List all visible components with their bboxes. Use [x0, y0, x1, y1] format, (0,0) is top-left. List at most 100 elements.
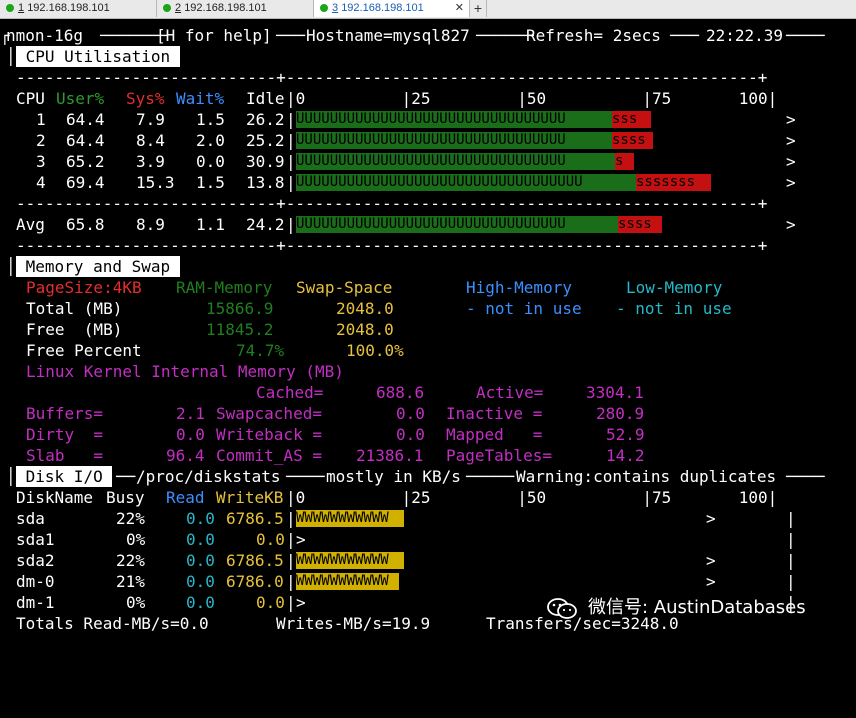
- disk-busy-bar: WWWWWWWWWWW: [296, 510, 404, 527]
- disk-row: sda 22% 0.0 6786.5 | WWWWWWWWWWW > |: [16, 509, 796, 528]
- cpu-row: 2 64.4 8.4 2.0 25.2 | UUUUUUUUUUUUUUUUUUUUUUUU…: [36, 131, 796, 150]
- cpu-wait-value: 1.5: [196, 173, 225, 192]
- disk-name: dm-0: [16, 572, 55, 591]
- disk-write: 6786.5: [226, 551, 284, 570]
- tab-session-3[interactable]: 3 192.168.198.101 ✕: [314, 0, 470, 17]
- disk-read: 0.0: [186, 509, 215, 528]
- watermark-text: 微信号: AustinDatabases: [588, 597, 806, 618]
- plus-icon: +: [473, 0, 483, 16]
- cpu-row-end-marker: >: [786, 152, 796, 171]
- tab-bar: 1 192.168.198.101 2 192.168.198.101 3 19…: [0, 0, 856, 19]
- memory-section-title: Memory and Swap: [16, 256, 180, 277]
- disk-name: dm-1: [16, 593, 55, 612]
- disk-busy: 0%: [126, 530, 146, 549]
- cpu-sys-bar: s: [615, 153, 634, 170]
- connected-status-icon: [6, 4, 14, 12]
- cpu-idle-value: 30.9: [246, 152, 285, 171]
- kernel-row-4: Slab = 96.4 Commit_AS = 21386.1 PageTabl…: [26, 446, 645, 465]
- cpu-cpu-value: 1: [36, 110, 46, 129]
- memory-free-row: Free (MB) 11845.2 2048.0: [26, 320, 394, 339]
- cpu-wait-value: 1.5: [196, 110, 225, 129]
- cpu-cpu-value: 4: [36, 173, 46, 192]
- cpu-separator-top: ---------------------------+------------…: [16, 68, 768, 87]
- disk-row-marker: >: [706, 572, 716, 591]
- disk-read: 0.0: [186, 530, 215, 549]
- cpu-row-end-marker: >: [786, 173, 796, 192]
- cpu-row: 1 64.4 7.9 1.5 26.2 | UUUUUUUUUUUUUUUUUUUUUUUU…: [36, 110, 796, 129]
- tab-number: 1: [18, 2, 25, 14]
- cpu-row: 3 65.2 3.9 0.0 30.9 | UUUUUUUUUUUUUUUUUUUUUUUU…: [36, 152, 796, 171]
- cpu-row-end-marker: >: [786, 110, 796, 129]
- disk-busy-bar: WWWWWWWWWWW: [296, 573, 399, 590]
- disk-busy: 0%: [126, 593, 146, 612]
- cpu-avg-sys-bar: ssss: [618, 216, 662, 233]
- cpu-sys-value: 15.3: [136, 173, 175, 192]
- cpu-user-bar: UUUUUUUUUUUUUUUUUUUUUUUUUUUUUUUU: [296, 153, 615, 170]
- new-tab-button[interactable]: +: [470, 0, 487, 17]
- connected-status-icon: [320, 4, 328, 12]
- memory-freepct-row: Free Percent 74.7% 100.0%: [26, 341, 404, 360]
- cpu-user-bar: UUUUUUUUUUUUUUUUUUUUUUUUUUUUUUUUUU: [296, 174, 636, 191]
- cpu-sys-value: 7.9: [136, 110, 165, 129]
- disk-section-title: Disk I/O: [16, 466, 113, 487]
- tab-host: 192.168.198.101: [341, 2, 424, 14]
- terminal[interactable]: ┌ nmon-16g ─────── [H for help] ─── Host…: [0, 19, 856, 646]
- close-tab-icon[interactable]: ✕: [455, 0, 464, 17]
- help-hint: [H for help]: [156, 26, 272, 45]
- disk-read: 0.0: [186, 593, 215, 612]
- cpu-sys-bar: sss: [612, 111, 651, 128]
- clock: 22:22.39: [706, 26, 784, 45]
- cpu-user-value: 64.4: [66, 110, 105, 129]
- disk-row-marker: >: [706, 509, 716, 528]
- memory-total-row: Total (MB) 15866.9 2048.0 - not in use -…: [26, 299, 732, 318]
- cpu-separator-mid: ---------------------------+------------…: [16, 194, 768, 213]
- cpu-header-row: CPU User% Sys% Wait% Idle |0 |25 |50 |75…: [16, 89, 778, 108]
- cpu-user-bar: UUUUUUUUUUUUUUUUUUUUUUUUUUUUUUUU: [296, 132, 612, 149]
- cpu-scale: |0 |25 |50 |75 100|: [286, 89, 778, 108]
- wechat-icon: [547, 598, 577, 619]
- disk-busy: 22%: [116, 551, 145, 570]
- disk-header-row: DiskName Busy Read WriteKB |0 |25 |50 |7…: [16, 488, 778, 507]
- disk-write: 6786.0: [226, 572, 284, 591]
- cpu-avg-row: Avg 65.8 8.9 1.1 24.2 | UUUUUUUUUUUUUUUU…: [16, 215, 796, 234]
- kernel-memory-title: Linux Kernel Internal Memory (MB): [26, 362, 344, 381]
- cpu-user-bar: UUUUUUUUUUUUUUUUUUUUUUUUUUUUUUUU: [296, 111, 612, 128]
- disk-name: sda: [16, 509, 45, 528]
- disk-write: 6786.5: [226, 509, 284, 528]
- memory-header-row: PageSize:4KB RAM-Memory Swap-Space High-…: [26, 278, 723, 297]
- app-name: nmon-16g: [6, 26, 84, 45]
- cpu-idle-value: 26.2: [246, 110, 285, 129]
- tab-session-2[interactable]: 2 192.168.198.101: [157, 0, 314, 17]
- cpu-idle-value: 25.2: [246, 131, 285, 150]
- kernel-row-3: Dirty = 0.0 Writeback = 0.0 Mapped = 52.…: [26, 425, 645, 444]
- cpu-section-title-line: │ CPU Utilisation: [0, 46, 856, 67]
- wechat-watermark: 微信号: AustinDatabases: [546, 596, 836, 622]
- disk-scale: |0 |25 |50 |75 100|: [286, 488, 778, 507]
- tab-number: 2: [175, 2, 182, 14]
- cpu-sys-value: 3.9: [136, 152, 165, 171]
- connected-status-icon: [163, 4, 171, 12]
- tab-host: 192.168.198.101: [27, 2, 110, 14]
- cpu-wait-value: 0.0: [196, 152, 225, 171]
- refresh-interval: Refresh= 2secs: [526, 26, 661, 45]
- cpu-user-value: 64.4: [66, 131, 105, 150]
- disk-read: 0.0: [186, 551, 215, 570]
- cpu-user-value: 69.4: [66, 173, 105, 192]
- cpu-idle-value: 13.8: [246, 173, 285, 192]
- cpu-cpu-value: 2: [36, 131, 46, 150]
- cpu-user-value: 65.2: [66, 152, 105, 171]
- cpu-avg-user-bar: UUUUUUUUUUUUUUUUUUUUUUUUUUUUUUUU: [296, 216, 618, 233]
- kernel-row-1: Cached= 688.6 Active= 3304.1: [256, 383, 644, 402]
- disk-name: sda2: [16, 551, 55, 570]
- disk-write: 0.0: [256, 593, 285, 612]
- cpu-cpu-value: 3: [36, 152, 46, 171]
- tab-session-1[interactable]: 1 192.168.198.101: [0, 0, 157, 17]
- cpu-separator-bottom: ---------------------------+------------…: [16, 236, 768, 255]
- cpu-row: 4 69.4 15.3 1.5 13.8 | UUUUUUUUUUUUUUUUUUUUUUU…: [36, 173, 796, 192]
- disk-busy: 22%: [116, 509, 145, 528]
- disk-write: 0.0: [256, 530, 285, 549]
- tab-number: 3: [332, 2, 339, 14]
- hostname: Hostname=mysql827: [306, 26, 470, 45]
- disk-name: sda1: [16, 530, 55, 549]
- disk-row: dm-0 21% 0.0 6786.0 | WWWWWWWWWWW > |: [16, 572, 796, 591]
